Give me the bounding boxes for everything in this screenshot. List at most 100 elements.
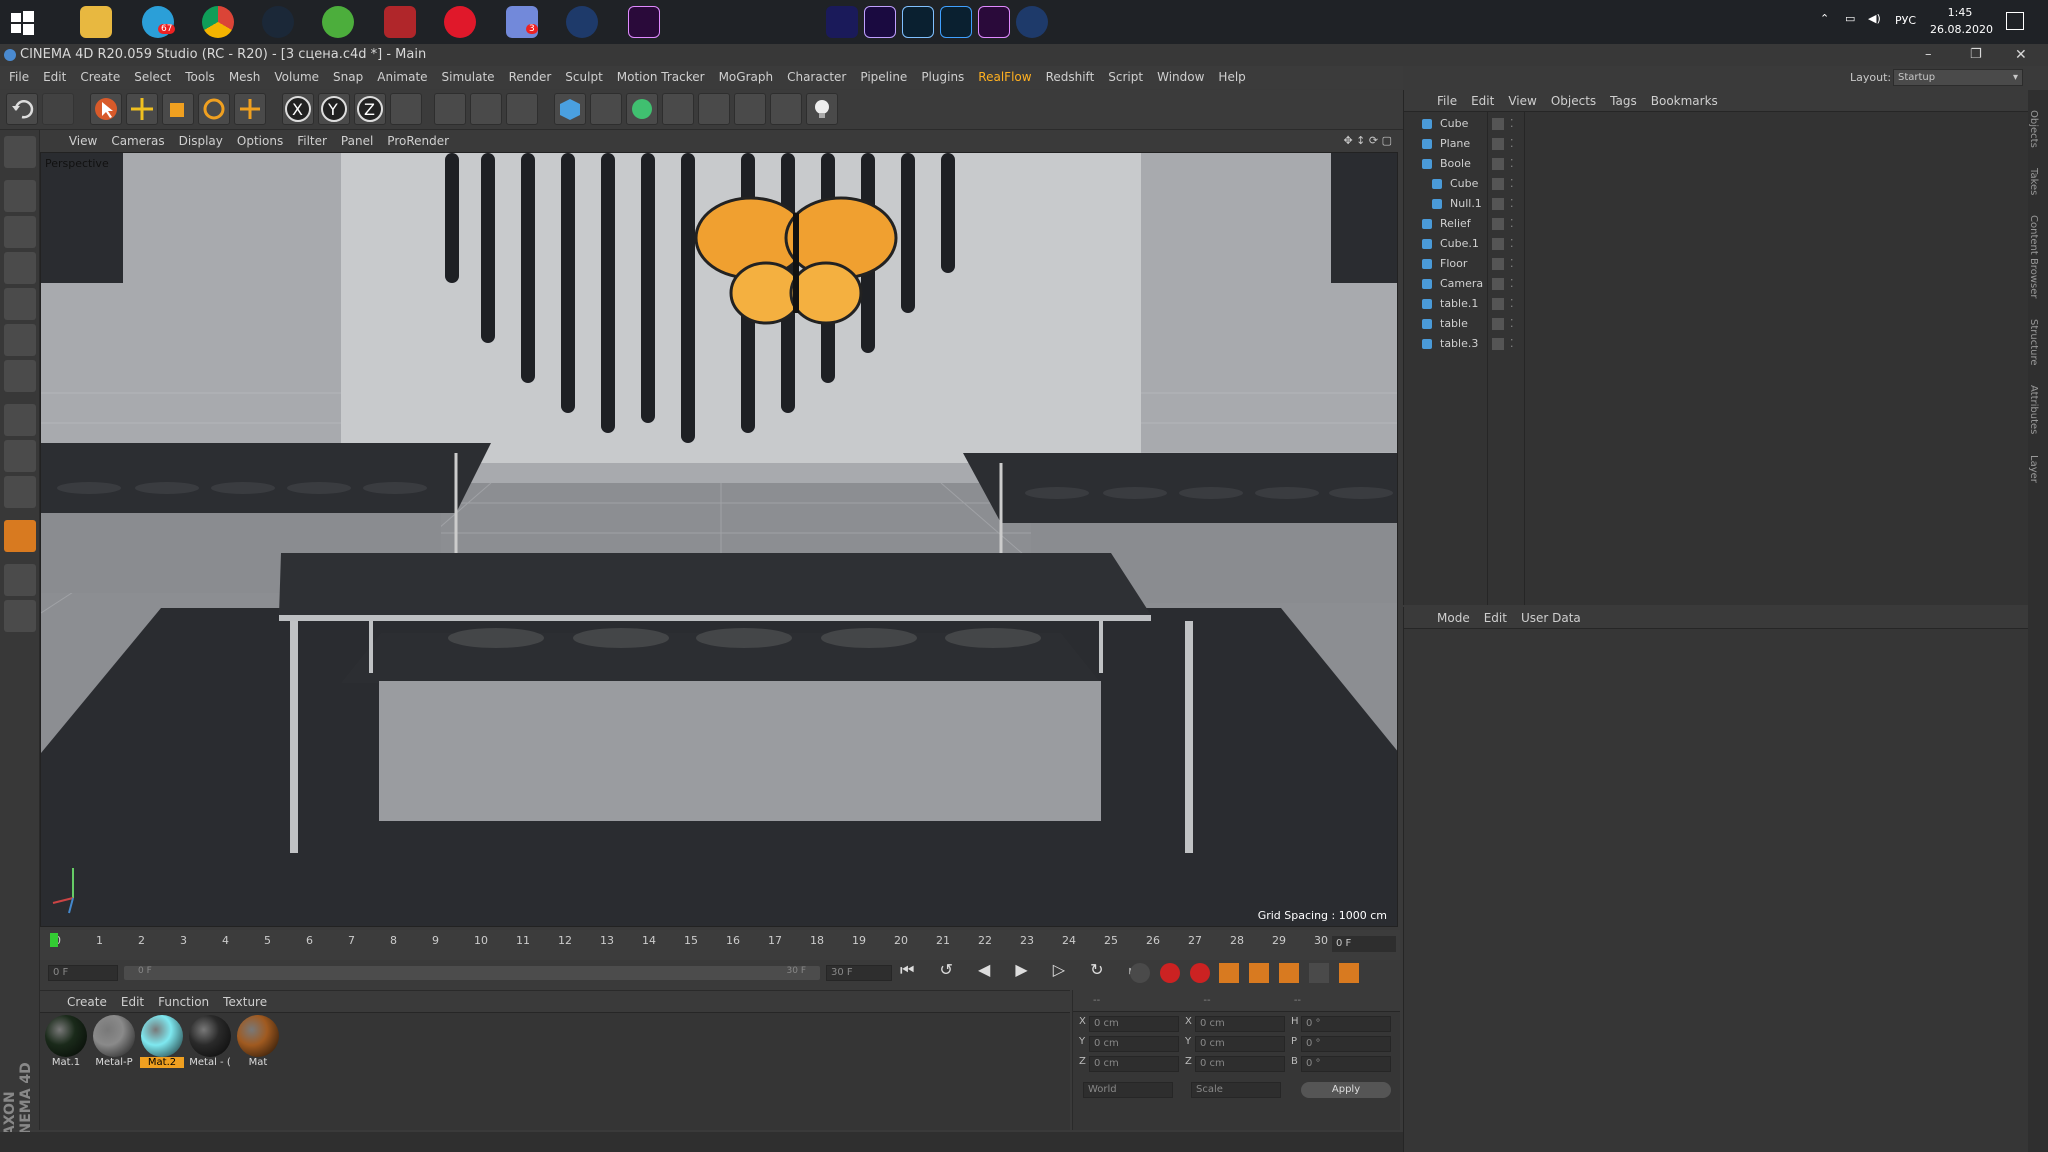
- material-menu-create[interactable]: Create: [60, 991, 114, 1013]
- coord-field[interactable]: 0 °: [1301, 1016, 1391, 1032]
- menu-simulate[interactable]: Simulate: [435, 66, 502, 89]
- object-row[interactable]: Cube ⁚: [1404, 174, 2029, 194]
- object-name[interactable]: Plane: [1440, 134, 1470, 154]
- object-name[interactable]: Boole: [1440, 154, 1471, 174]
- object-name[interactable]: Null.1: [1450, 194, 1482, 214]
- object-row[interactable]: Camera ⁚: [1404, 274, 2029, 294]
- language-indicator[interactable]: РУС: [1895, 14, 1916, 27]
- object-name[interactable]: Camera: [1440, 274, 1483, 294]
- visibility-dots-icon[interactable]: ⁚: [1510, 274, 1514, 294]
- object-row[interactable]: Relief ⁚: [1404, 214, 2029, 234]
- layer-icon[interactable]: [1492, 278, 1504, 290]
- move-tool-icon[interactable]: [126, 93, 158, 125]
- autokey-icon[interactable]: [1189, 963, 1210, 983]
- layout-dropdown[interactable]: Startup ▾: [1893, 69, 2023, 86]
- after-effects-icon[interactable]: [864, 6, 896, 38]
- polygons-mode-icon[interactable]: [4, 360, 36, 392]
- viewport-menu-options[interactable]: Options: [230, 130, 290, 152]
- recent-tool-icon[interactable]: [234, 93, 266, 125]
- coordinate-system-icon[interactable]: [390, 93, 422, 125]
- record-icon[interactable]: [1159, 963, 1180, 983]
- 3d-viewport[interactable]: Perspective Grid Spacing : 1000 cm: [40, 152, 1398, 927]
- current-frame-field[interactable]: 0 F: [1332, 936, 1396, 952]
- utorrent-icon[interactable]: [322, 6, 354, 38]
- visibility-dots-icon[interactable]: ⁚: [1510, 114, 1514, 134]
- visibility-dots-icon[interactable]: ⁚: [1510, 254, 1514, 274]
- object-menu-objects[interactable]: Objects: [1544, 90, 1603, 112]
- material-menu-function[interactable]: Function: [151, 991, 216, 1013]
- coord-field[interactable]: 0 °: [1301, 1056, 1391, 1072]
- coord-field[interactable]: 0 cm: [1089, 1036, 1179, 1052]
- scale-tool-icon[interactable]: [162, 93, 194, 125]
- viewport-menu-view[interactable]: View: [62, 130, 104, 152]
- menu-sculpt[interactable]: Sculpt: [558, 66, 609, 89]
- undo-button[interactable]: [6, 93, 38, 125]
- object-name[interactable]: table.3: [1440, 334, 1478, 354]
- right-tab-content-browser[interactable]: Content Browser: [2028, 215, 2039, 298]
- layer-icon[interactable]: [1492, 238, 1504, 250]
- attribute-menu-user-data[interactable]: User Data: [1514, 607, 1588, 629]
- visibility-dots-icon[interactable]: ⁚: [1510, 194, 1514, 214]
- coord-field[interactable]: 0 cm: [1195, 1036, 1285, 1052]
- coord-field[interactable]: 0 cm: [1089, 1056, 1179, 1072]
- material-swatch[interactable]: Mat.2: [140, 1015, 184, 1075]
- object-row[interactable]: Plane ⁚: [1404, 134, 2029, 154]
- menu-animate[interactable]: Animate: [370, 66, 434, 89]
- material-swatch[interactable]: Mat.1: [44, 1015, 88, 1075]
- points-mode-icon[interactable]: [4, 288, 36, 320]
- object-row[interactable]: Boole ⁚: [1404, 154, 2029, 174]
- chrome-icon[interactable]: [202, 6, 234, 38]
- material-swatch[interactable]: Mat: [236, 1015, 280, 1075]
- end-frame-field[interactable]: 30 F: [826, 965, 892, 981]
- mode-dropdown[interactable]: Scale: [1191, 1082, 1281, 1098]
- right-tab-objects[interactable]: Objects: [2028, 110, 2039, 148]
- playhead[interactable]: [50, 933, 58, 947]
- layer-icon[interactable]: [1492, 258, 1504, 270]
- visibility-dots-icon[interactable]: ⁚: [1510, 134, 1514, 154]
- attribute-menu-mode[interactable]: Mode: [1430, 607, 1477, 629]
- viewport-menu-cameras[interactable]: Cameras: [104, 130, 171, 152]
- menu-plugins[interactable]: Plugins: [914, 66, 971, 89]
- minimize-button[interactable]: –: [1925, 44, 1932, 66]
- layer-icon[interactable]: [1492, 318, 1504, 330]
- right-tab-takes[interactable]: Takes: [2028, 168, 2039, 195]
- menu-character[interactable]: Character: [780, 66, 853, 89]
- material-menu-texture[interactable]: Texture: [216, 991, 274, 1013]
- render-to-picture-viewer-icon[interactable]: [470, 93, 502, 125]
- space-dropdown[interactable]: World: [1083, 1082, 1173, 1098]
- layer-icon[interactable]: [1492, 198, 1504, 210]
- layer-icon[interactable]: [1492, 178, 1504, 190]
- avid-icon[interactable]: [826, 6, 858, 38]
- object-menu-tags[interactable]: Tags: [1603, 90, 1644, 112]
- object-name[interactable]: Floor: [1440, 254, 1467, 274]
- z-axis-lock-icon[interactable]: Z: [354, 93, 386, 125]
- rotate-tool-icon[interactable]: [198, 93, 230, 125]
- menu-volume[interactable]: Volume: [267, 66, 326, 89]
- visibility-dots-icon[interactable]: ⁚: [1510, 174, 1514, 194]
- camera-object-icon[interactable]: [770, 93, 802, 125]
- floor-object-icon[interactable]: [734, 93, 766, 125]
- visibility-dots-icon[interactable]: ⁚: [1510, 154, 1514, 174]
- menu-window[interactable]: Window: [1150, 66, 1211, 89]
- workplane-mode-icon[interactable]: [4, 252, 36, 284]
- restore-button[interactable]: ❐: [1970, 44, 1982, 66]
- cube-object-icon[interactable]: [554, 93, 586, 125]
- premiere-icon-2[interactable]: [978, 6, 1010, 38]
- object-row[interactable]: table ⁚: [1404, 314, 2029, 334]
- object-name[interactable]: table.1: [1440, 294, 1478, 314]
- visibility-dots-icon[interactable]: ⁚: [1510, 294, 1514, 314]
- visibility-dots-icon[interactable]: ⁚: [1510, 314, 1514, 334]
- close-button[interactable]: ✕: [2015, 44, 2027, 66]
- render-view-icon[interactable]: [434, 93, 466, 125]
- object-row[interactable]: table.1 ⁚: [1404, 294, 2029, 314]
- object-row[interactable]: Null.1 ⁚: [1404, 194, 2029, 214]
- chevron-up-icon[interactable]: ⌃: [1820, 12, 1829, 25]
- material-swatch[interactable]: Metal - (: [188, 1015, 232, 1075]
- viewport-menu-display[interactable]: Display: [172, 130, 230, 152]
- layer-icon[interactable]: [1492, 338, 1504, 350]
- right-tab-structure[interactable]: Structure: [2028, 319, 2039, 366]
- premiere-icon[interactable]: [628, 6, 660, 38]
- viewport-menu-panel[interactable]: Panel: [334, 130, 380, 152]
- viewport-nav-icons[interactable]: ✥ ↕ ⟳ ▢: [1343, 130, 1392, 152]
- timeline-ruler[interactable]: 0123456789101112131415161718192021222324…: [40, 930, 1400, 960]
